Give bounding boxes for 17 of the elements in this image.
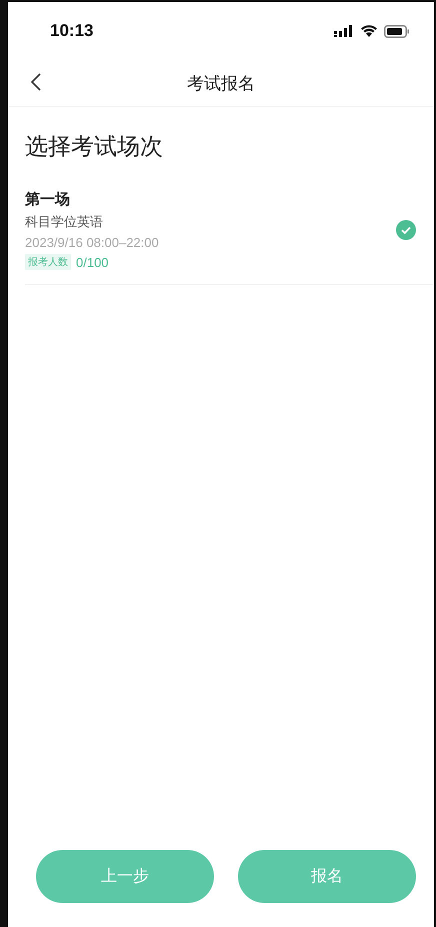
battery-icon [384,24,410,38]
section-heading: 选择考试场次 [25,133,164,162]
back-button[interactable] [30,72,42,92]
session-subject: 科目学位英语 [25,214,104,231]
session-name: 第一场 [25,190,71,209]
session-time: 2023/9/16 08:00–22:00 [25,235,159,250]
status-time: 10:13 [50,21,94,41]
check-icon[interactable] [396,220,416,240]
tag: 报考人数 [25,254,71,270]
back-icon [30,72,42,92]
applicant-count: 0/100 [76,254,109,270]
action-button[interactable]: 报名 [238,850,416,903]
page-title: 考试报名 [187,72,255,94]
wifi-icon [361,25,377,37]
action-button[interactable]: 上一步 [36,850,214,903]
signal-icon [334,25,354,37]
session-item[interactable]: 第一场 科目学位英语 2023/9/16 08:00–22:00 报考人数 0/100 [25,190,434,285]
